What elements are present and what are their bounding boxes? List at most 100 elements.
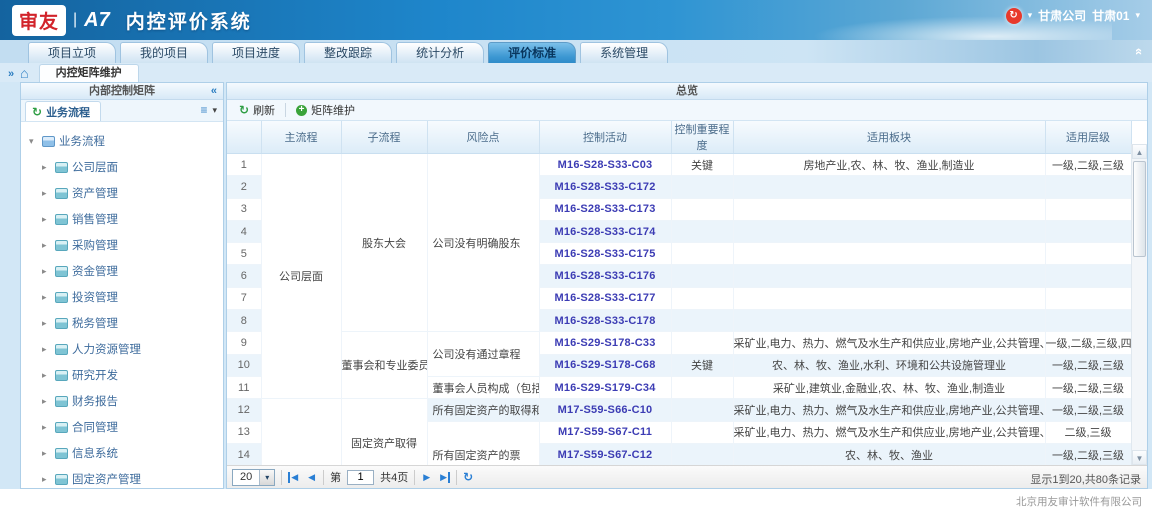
expand-arrow-icon[interactable]: ▸: [42, 448, 51, 459]
next-page-button[interactable]: ▶: [421, 472, 432, 483]
tree-item-label[interactable]: 资金管理: [72, 263, 118, 279]
nav-tab[interactable]: 项目立项: [28, 42, 116, 63]
nav-tab[interactable]: 项目进度: [212, 42, 300, 63]
scrollbar-thumb[interactable]: [1133, 161, 1146, 257]
control-activity-link[interactable]: M16-S29-S178-C33: [539, 332, 671, 354]
nav-tab[interactable]: 评价标准: [488, 42, 576, 63]
tree-item[interactable]: ▸ 研究开发: [29, 362, 221, 388]
expand-sidebar-icon[interactable]: »: [8, 68, 14, 80]
first-page-button[interactable]: ◀: [288, 472, 300, 483]
tree-item[interactable]: ▸ 人力资源管理: [29, 336, 221, 362]
expand-arrow-icon[interactable]: ▸: [42, 370, 51, 381]
scroll-down-icon[interactable]: ▼: [1132, 450, 1147, 465]
collapse-up-icon[interactable]: «: [1132, 48, 1147, 55]
control-activity-link[interactable]: M17-S59-S67-C12: [539, 443, 671, 465]
tree-item[interactable]: ▸ 采购管理: [29, 232, 221, 258]
nav-tab[interactable]: 整改跟踪: [304, 42, 392, 63]
control-activity-link[interactable]: M16-S28-S33-C03: [539, 154, 671, 176]
tree-item-label[interactable]: 合同管理: [72, 419, 118, 435]
control-activity-link[interactable]: M16-S28-S33-C177: [539, 287, 671, 309]
importance-cell: [671, 421, 733, 443]
col-header-risk-point[interactable]: 风险点: [427, 121, 539, 154]
chevron-down-icon[interactable]: ▾: [1135, 10, 1140, 21]
tree-item-label[interactable]: 资产管理: [72, 185, 118, 201]
tree-item[interactable]: ▸ 固定资产管理: [29, 466, 221, 488]
tree-item-label[interactable]: 财务报告: [72, 393, 118, 409]
page-size-select[interactable]: 20 ▾: [232, 469, 275, 486]
tab-business-process[interactable]: ↻ 业务流程: [25, 101, 101, 121]
tree-item-label[interactable]: 人力资源管理: [72, 341, 141, 357]
tree-item-label[interactable]: 固定资产管理: [72, 471, 141, 487]
col-header-sub-process[interactable]: 子流程: [341, 121, 427, 154]
tree-root-label[interactable]: 业务流程: [59, 133, 105, 149]
col-header-control-activity[interactable]: 控制活动: [539, 121, 671, 154]
expand-arrow-icon[interactable]: ▸: [42, 422, 51, 433]
reload-icon[interactable]: ↻: [463, 470, 473, 484]
toolbar-separator: [285, 103, 286, 117]
control-activity-link[interactable]: M16-S29-S178-C68: [539, 354, 671, 376]
home-icon[interactable]: ⌂: [20, 65, 28, 81]
tree-item-label[interactable]: 信息系统: [72, 445, 118, 461]
expand-arrow-icon[interactable]: ▸: [42, 292, 51, 303]
control-activity-link[interactable]: M16-S29-S179-C34: [539, 376, 671, 398]
chevron-down-icon[interactable]: ▾: [1028, 10, 1033, 21]
menu-icon[interactable]: ≡: [200, 103, 207, 117]
user-company[interactable]: 甘肃公司: [1038, 7, 1086, 24]
tree-item[interactable]: ▸ 投资管理: [29, 284, 221, 310]
expand-arrow-icon[interactable]: ▸: [42, 266, 51, 277]
control-activity-link[interactable]: M17-S59-S67-C11: [539, 421, 671, 443]
control-activity-link[interactable]: M16-S28-S33-C173: [539, 198, 671, 220]
tree-item-label[interactable]: 销售管理: [72, 211, 118, 227]
collapse-arrow-icon[interactable]: ▾: [29, 136, 38, 147]
tree-item[interactable]: ▸ 税务管理: [29, 310, 221, 336]
chevron-down-icon[interactable]: ▾: [212, 105, 217, 116]
tree-item-label[interactable]: 投资管理: [72, 289, 118, 305]
nav-tab[interactable]: 系统管理: [580, 42, 668, 63]
tree-item[interactable]: ▸ 合同管理: [29, 414, 221, 440]
refresh-button[interactable]: ↻ 刷新: [233, 102, 281, 118]
page-number-input[interactable]: [347, 470, 374, 485]
expand-arrow-icon[interactable]: ▸: [42, 474, 51, 485]
expand-arrow-icon[interactable]: ▸: [42, 188, 51, 199]
user-name[interactable]: 甘肃01: [1092, 7, 1129, 24]
tree-item-label[interactable]: 公司层面: [72, 159, 118, 175]
tree-item-label[interactable]: 研究开发: [72, 367, 118, 383]
matrix-maintain-button[interactable]: + 矩阵维护: [290, 102, 361, 118]
tree-item[interactable]: ▸ 公司层面: [29, 154, 221, 180]
expand-arrow-icon[interactable]: ▸: [42, 162, 51, 173]
control-activity-link[interactable]: M17-S59-S66-C10: [539, 399, 671, 421]
expand-arrow-icon[interactable]: ▸: [42, 396, 51, 407]
nav-tab[interactable]: 我的项目: [120, 42, 208, 63]
expand-arrow-icon[interactable]: ▸: [42, 214, 51, 225]
control-activity-link[interactable]: M16-S28-S33-C176: [539, 265, 671, 287]
control-activity-link[interactable]: M16-S28-S33-C175: [539, 243, 671, 265]
tree-item-label[interactable]: 税务管理: [72, 315, 118, 331]
col-header-importance[interactable]: 控制重要程度: [671, 121, 733, 154]
tree-item[interactable]: ▸ 财务报告: [29, 388, 221, 414]
expand-arrow-icon[interactable]: ▸: [42, 344, 51, 355]
col-header-sector[interactable]: 适用板块: [733, 121, 1045, 154]
control-activity-link[interactable]: M16-S28-S33-C178: [539, 310, 671, 332]
tree-root[interactable]: ▾ 业务流程: [29, 128, 221, 154]
nav-tab[interactable]: 统计分析: [396, 42, 484, 63]
control-activity-link[interactable]: M16-S28-S33-C174: [539, 220, 671, 242]
tree-item-label[interactable]: 采购管理: [72, 237, 118, 253]
scroll-up-icon[interactable]: ▲: [1132, 144, 1147, 159]
expand-arrow-icon[interactable]: ▸: [42, 318, 51, 329]
col-header-level[interactable]: 适用层级: [1045, 121, 1131, 154]
col-header-main-process[interactable]: 主流程: [261, 121, 341, 154]
session-badge-icon[interactable]: ↻: [1006, 8, 1022, 24]
tree-item[interactable]: ▸ 销售管理: [29, 206, 221, 232]
prev-page-button[interactable]: ◀: [306, 472, 317, 483]
collapse-panel-icon[interactable]: «: [211, 83, 217, 99]
vertical-scrollbar[interactable]: ▲ ▼: [1131, 144, 1147, 465]
expand-arrow-icon[interactable]: ▸: [42, 240, 51, 251]
tree-item[interactable]: ▸ 资产管理: [29, 180, 221, 206]
control-activity-link[interactable]: M16-S28-S33-C172: [539, 176, 671, 198]
tree-item[interactable]: ▸ 信息系统: [29, 440, 221, 466]
tree-item[interactable]: ▸ 资金管理: [29, 258, 221, 284]
last-page-button[interactable]: ▶: [438, 472, 450, 483]
col-header-rownum: [227, 121, 261, 154]
sector-cell: 农、林、牧、渔业,水利、环境和公共设施管理业: [733, 354, 1045, 376]
page-tab[interactable]: 内控矩阵维护: [39, 64, 139, 82]
